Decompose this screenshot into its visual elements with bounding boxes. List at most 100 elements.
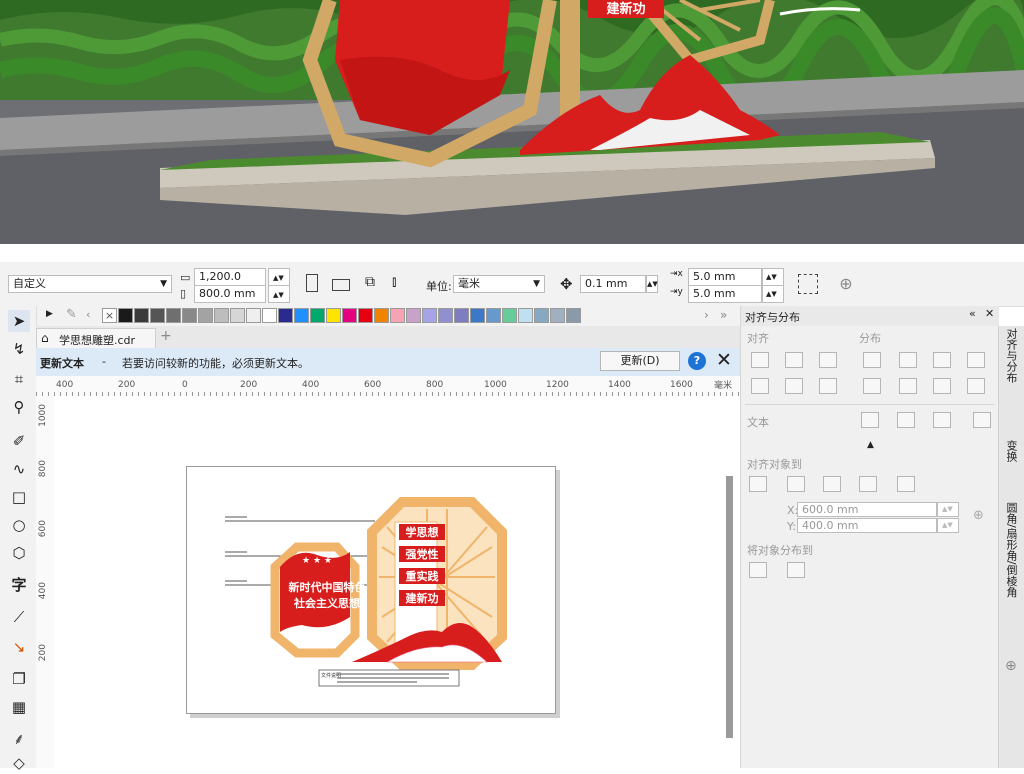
palette-expand-icon[interactable]: » bbox=[720, 308, 727, 322]
text-tool-icon[interactable]: 字 bbox=[8, 574, 30, 596]
align-right-icon[interactable] bbox=[819, 352, 837, 368]
duplicate-y-input[interactable]: 5.0 mm bbox=[688, 285, 762, 303]
home-icon[interactable]: ⌂ bbox=[41, 331, 49, 345]
text-last-baseline-icon[interactable] bbox=[897, 412, 915, 428]
color-swatch[interactable] bbox=[486, 308, 501, 323]
color-swatch[interactable] bbox=[246, 308, 261, 323]
horizontal-ruler[interactable]: 400 200 0 200 400 600 800 1000 1200 1400… bbox=[36, 376, 740, 397]
close-icon[interactable]: ✕ bbox=[985, 307, 994, 320]
tab-fillet-scallop-chamfer[interactable]: 圆角/扇形角/倒棱角 bbox=[1003, 502, 1019, 597]
distribute-spacing-h-icon[interactable] bbox=[967, 352, 985, 368]
distribute-center-icon[interactable] bbox=[899, 352, 917, 368]
align-bottom-icon[interactable] bbox=[819, 378, 837, 394]
page-preset-select[interactable]: 自定义 ▼ bbox=[8, 275, 172, 293]
pick-tool-icon[interactable]: ➤ bbox=[8, 310, 30, 332]
drop-shadow-icon[interactable]: ❐ bbox=[8, 668, 30, 690]
close-icon[interactable]: ✕ bbox=[716, 349, 732, 371]
color-eyedropper-icon[interactable]: ⸙ bbox=[8, 728, 30, 750]
zoom-tool-icon[interactable]: ⚲ bbox=[8, 396, 30, 418]
eyedropper-icon[interactable]: ✎ bbox=[66, 307, 77, 322]
color-swatch[interactable] bbox=[342, 308, 357, 323]
page-width-spinner[interactable]: ▲▼ bbox=[268, 268, 290, 286]
object-origin-icon[interactable] bbox=[798, 274, 818, 294]
color-swatch[interactable] bbox=[326, 308, 341, 323]
scroll-left-icon[interactable]: ‹ bbox=[86, 308, 90, 321]
text-bounding-box-icon[interactable] bbox=[933, 412, 951, 428]
page-center-icon[interactable] bbox=[823, 476, 841, 492]
parallel-dimension-icon[interactable]: ⟋ bbox=[8, 606, 30, 628]
y-spinner[interactable]: ▲▼ bbox=[937, 518, 959, 533]
docker-options-icon[interactable]: « bbox=[969, 307, 976, 320]
tab-align-distribute[interactable]: 对齐与分布 bbox=[1003, 328, 1019, 383]
color-swatch[interactable] bbox=[358, 308, 373, 323]
palette-menu-icon[interactable]: ▶ bbox=[46, 309, 53, 319]
color-swatch[interactable] bbox=[294, 308, 309, 323]
artistic-media-icon[interactable]: ∿ bbox=[8, 458, 30, 480]
distribute-selection-icon[interactable] bbox=[749, 562, 767, 578]
active-objects-icon[interactable] bbox=[749, 476, 767, 492]
document-page[interactable]: ★ ★ ★ 新时代中国特色 社会主义思想 学思想 强党性 重实践 建新功 文件说… bbox=[186, 466, 556, 714]
freehand-tool-icon[interactable]: ✐ bbox=[8, 430, 30, 452]
add-icon[interactable]: ⊕ bbox=[1005, 658, 1017, 674]
color-swatch[interactable] bbox=[214, 308, 229, 323]
align-left-icon[interactable] bbox=[751, 352, 769, 368]
units-select[interactable]: 毫米 ▼ bbox=[453, 275, 545, 293]
text-outline-icon[interactable] bbox=[973, 412, 991, 428]
color-swatch[interactable] bbox=[550, 308, 565, 323]
tab-transform[interactable]: 变换 bbox=[1003, 440, 1019, 462]
x-spinner[interactable]: ▲▼ bbox=[937, 502, 959, 517]
duplicate-x-input[interactable]: 5.0 mm bbox=[688, 268, 762, 286]
color-swatch[interactable] bbox=[278, 308, 293, 323]
duplicate-x-spinner[interactable]: ▲▼ bbox=[762, 268, 784, 286]
distribute-bottom-icon[interactable] bbox=[933, 378, 951, 394]
landscape-icon[interactable] bbox=[332, 279, 350, 291]
nudge-spinner[interactable]: ▲▼ bbox=[646, 275, 658, 293]
color-swatch[interactable] bbox=[470, 308, 485, 323]
grid-icon[interactable] bbox=[859, 476, 877, 492]
color-swatch[interactable] bbox=[166, 308, 181, 323]
color-swatch[interactable] bbox=[198, 308, 213, 323]
nudge-input[interactable]: 0.1 mm bbox=[580, 275, 646, 293]
distribute-left-icon[interactable] bbox=[863, 352, 881, 368]
duplicate-y-spinner[interactable]: ▲▼ bbox=[762, 285, 784, 303]
color-swatch[interactable] bbox=[310, 308, 325, 323]
target-icon[interactable]: ⊕ bbox=[973, 508, 984, 523]
specified-point-icon[interactable] bbox=[897, 476, 915, 492]
color-swatch[interactable] bbox=[134, 308, 149, 323]
polygon-tool-icon[interactable]: ⬡ bbox=[8, 542, 30, 564]
transparency-icon[interactable]: ▦ bbox=[8, 696, 30, 718]
x-input[interactable]: 600.0 mm bbox=[797, 502, 937, 517]
color-swatch[interactable] bbox=[118, 308, 133, 323]
color-swatch[interactable] bbox=[438, 308, 453, 323]
color-swatch[interactable] bbox=[406, 308, 421, 323]
drawing-canvas[interactable]: ★ ★ ★ 新时代中国特色 社会主义思想 学思想 强党性 重实践 建新功 文件说… bbox=[54, 396, 740, 768]
portrait-icon[interactable] bbox=[306, 274, 318, 292]
color-swatch[interactable] bbox=[150, 308, 165, 323]
color-swatch[interactable] bbox=[566, 308, 581, 323]
distribute-middle-icon[interactable] bbox=[899, 378, 917, 394]
shape-tool-icon[interactable]: ↯ bbox=[8, 338, 30, 360]
distribute-page-icon[interactable] bbox=[787, 562, 805, 578]
color-swatch[interactable] bbox=[422, 308, 437, 323]
interactive-fill-icon[interactable]: ◇ bbox=[8, 752, 30, 774]
color-swatch[interactable] bbox=[230, 308, 245, 323]
color-swatch[interactable] bbox=[182, 308, 197, 323]
collapse-arrow-icon[interactable]: ▲ bbox=[867, 440, 874, 450]
new-tab-icon[interactable]: + bbox=[160, 328, 172, 344]
text-first-baseline-icon[interactable] bbox=[861, 412, 879, 428]
page-height-spinner[interactable]: ▲▼ bbox=[268, 285, 290, 303]
document-tab[interactable]: ⌂ 学思想雕塑.cdr bbox=[36, 328, 156, 348]
color-swatch[interactable] bbox=[534, 308, 549, 323]
color-swatch[interactable] bbox=[454, 308, 469, 323]
align-center-h-icon[interactable] bbox=[785, 352, 803, 368]
color-swatch[interactable] bbox=[374, 308, 389, 323]
current-page-icon[interactable]: ⫾ bbox=[392, 274, 412, 294]
color-swatch[interactable] bbox=[390, 308, 405, 323]
rectangle-tool-icon[interactable]: □ bbox=[8, 486, 30, 508]
vertical-scrollbar[interactable] bbox=[726, 476, 733, 738]
vertical-ruler[interactable]: 1000 800 600 400 200 bbox=[36, 396, 55, 768]
color-swatch[interactable] bbox=[518, 308, 533, 323]
y-input[interactable]: 400.0 mm bbox=[797, 518, 937, 533]
color-swatch[interactable]: × bbox=[102, 308, 117, 323]
scroll-right-icon[interactable]: › bbox=[704, 308, 709, 322]
